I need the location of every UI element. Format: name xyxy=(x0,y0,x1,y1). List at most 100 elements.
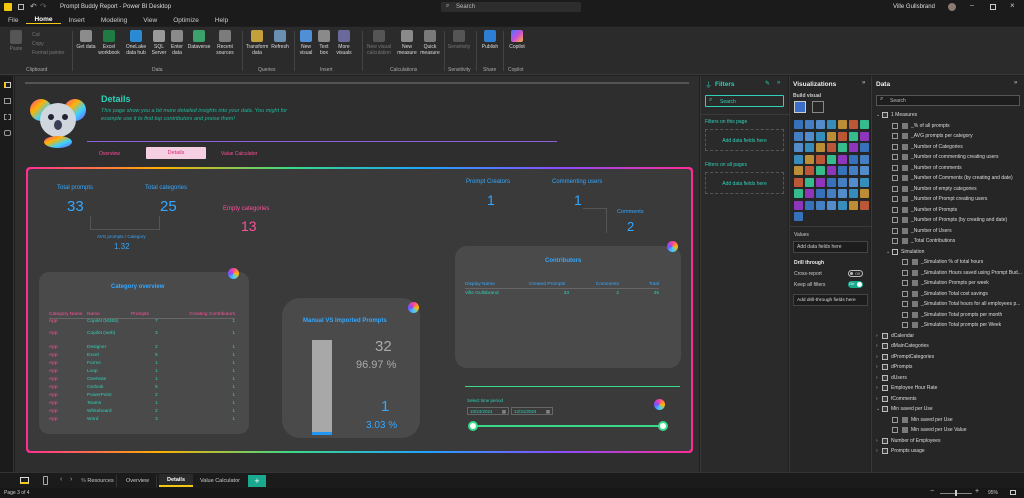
visual-type-icon[interactable] xyxy=(838,143,847,152)
data-field-item[interactable]: _Number of Categories xyxy=(876,142,1024,153)
visual-type-icon[interactable] xyxy=(794,154,803,164)
visual-type-icon[interactable] xyxy=(860,154,869,164)
table-row[interactable]: App Whiteboard 2 1 xyxy=(49,407,235,415)
data-table-item[interactable]: › Employee Hour Rate xyxy=(876,383,1024,394)
format-visual-tab-icon[interactable] xyxy=(812,101,824,113)
more-visuals-button[interactable]: More visuals xyxy=(333,30,355,56)
field-checkbox[interactable] xyxy=(892,227,898,234)
data-field-item[interactable]: Min saved per Use xyxy=(876,415,1024,426)
zoom-out-icon[interactable]: − xyxy=(930,488,934,495)
data-field-item[interactable]: _Number of Users xyxy=(876,226,1024,237)
contributors-panel[interactable] xyxy=(455,246,681,368)
table-row[interactable]: App Copilot (web) 3 1 xyxy=(49,331,235,343)
field-checkbox[interactable] xyxy=(902,290,908,297)
table-view-icon[interactable] xyxy=(4,98,11,104)
visual-type-icon[interactable] xyxy=(827,143,836,152)
visual-type-icon[interactable] xyxy=(805,200,814,210)
field-checkbox[interactable] xyxy=(892,206,898,213)
visual-type-icon[interactable] xyxy=(794,120,803,129)
table-row[interactable]: App PowerPoint 2 1 xyxy=(49,391,235,399)
visual-type-icon[interactable] xyxy=(794,189,803,198)
visual-type-icon[interactable] xyxy=(794,166,803,175)
visual-type-icon[interactable] xyxy=(838,154,847,164)
visual-type-icon[interactable] xyxy=(838,200,847,210)
data-table-item[interactable]: › dUsers xyxy=(876,373,1024,384)
visual-type-icon[interactable] xyxy=(860,120,869,129)
data-field-item[interactable]: Min saved per Use Value xyxy=(876,425,1024,436)
category-overview-table[interactable]: Category Name Name Prompts Creating Cont… xyxy=(49,307,235,423)
tab-details[interactable]: Details xyxy=(159,474,193,487)
visual-type-icon[interactable] xyxy=(794,200,803,210)
copilot-button[interactable]: Copilot xyxy=(506,30,528,50)
table-row[interactable]: App OneNote 1 1 xyxy=(49,375,235,383)
data-table-item[interactable]: › Prompts usage xyxy=(876,446,1024,457)
visual-type-icon[interactable] xyxy=(849,200,858,210)
table-row[interactable]: App Word 3 1 xyxy=(49,415,235,423)
tab-value-calculator[interactable]: Value Calculator xyxy=(195,475,245,487)
data-search-input[interactable]: ⌕ Search xyxy=(876,95,1020,106)
user-name[interactable]: Ville Gullsbrand xyxy=(893,4,935,10)
data-table-item[interactable]: › dPrompts xyxy=(876,362,1024,373)
data-field-item[interactable]: _Number of Prompt creating users xyxy=(876,194,1024,205)
data-table-item[interactable]: › fComments xyxy=(876,394,1024,405)
field-checkbox[interactable] xyxy=(902,322,908,329)
header-comments[interactable]: Comments xyxy=(575,282,619,287)
field-checkbox[interactable] xyxy=(892,185,898,192)
dax-query-view-icon[interactable] xyxy=(4,130,11,136)
start-date-input[interactable]: 10/24/2024 ▦ xyxy=(467,407,509,415)
table-row[interactable]: App Forms 1 1 xyxy=(49,359,235,367)
visual-type-icon[interactable] xyxy=(794,177,803,187)
data-table-item[interactable]: › dMainCategories xyxy=(876,341,1024,352)
onelake-button[interactable]: OneLake data hub xyxy=(122,30,150,56)
nav-overview-button[interactable]: Overview xyxy=(99,151,120,157)
visual-type-icon[interactable] xyxy=(860,131,869,141)
quick-measure-button[interactable]: Quick measure xyxy=(419,30,441,56)
header-name[interactable]: Name xyxy=(87,312,131,317)
visual-type-icon[interactable] xyxy=(827,131,836,141)
data-table-item[interactable]: › Number of Employees xyxy=(876,436,1024,447)
avatar[interactable] xyxy=(948,3,956,11)
visual-type-icon[interactable] xyxy=(827,166,836,175)
minimize-icon[interactable]: – xyxy=(970,2,974,9)
field-checkbox[interactable] xyxy=(892,427,898,434)
visual-type-icon[interactable] xyxy=(838,166,847,175)
visual-type-icon[interactable] xyxy=(816,189,825,198)
model-view-icon[interactable] xyxy=(4,114,11,120)
visual-type-icon[interactable] xyxy=(805,166,814,175)
field-checkbox[interactable] xyxy=(892,238,898,245)
field-checkbox[interactable] xyxy=(892,122,898,129)
data-collapse-icon[interactable]: » xyxy=(1014,80,1017,86)
data-table-item[interactable]: ⌄ 1 Measures xyxy=(876,110,1024,121)
filters-collapse-icon[interactable]: » xyxy=(777,80,780,86)
data-field-item[interactable]: _Number of Comments (by creating and dat… xyxy=(876,173,1024,184)
visual-type-icon[interactable] xyxy=(860,189,869,198)
data-field-item[interactable]: _Simulation Total prompts per month xyxy=(876,310,1024,321)
enter-data-button[interactable]: Enter data xyxy=(168,30,186,56)
date-range-start-handle[interactable] xyxy=(468,421,478,431)
field-checkbox[interactable] xyxy=(892,175,898,182)
refresh-button[interactable]: Refresh xyxy=(270,30,290,50)
table-row[interactable]: App Excel 5 1 xyxy=(49,351,235,359)
table-row[interactable]: Ville Gullsbrand 33 2 35 xyxy=(465,289,659,297)
data-field-item[interactable]: _Number of Prompts xyxy=(876,205,1024,216)
previous-page-icon[interactable]: ‹ xyxy=(60,476,62,483)
visual-type-icon[interactable] xyxy=(860,177,869,187)
menu-home[interactable]: Home xyxy=(26,16,61,24)
field-checkbox[interactable] xyxy=(892,196,898,203)
filters-search-input[interactable]: ⌕ Search xyxy=(705,95,784,107)
end-date-input[interactable]: 12/31/2024 ▦ xyxy=(511,407,553,415)
visual-type-icon[interactable] xyxy=(816,154,825,164)
new-visual-button[interactable]: New visual xyxy=(297,30,315,56)
visual-type-icon[interactable] xyxy=(827,177,836,187)
contributors-table[interactable]: Display Name Created Prompts Comments To… xyxy=(465,281,659,297)
header-creating-contributors[interactable]: Creating Contributors xyxy=(171,312,235,317)
next-page-icon[interactable]: › xyxy=(70,476,72,483)
get-data-button[interactable]: Get data xyxy=(76,30,96,50)
maximize-icon[interactable] xyxy=(990,4,996,10)
excel-workbook-button[interactable]: Excel workbook xyxy=(96,30,122,56)
table-row[interactable]: App Designer 2 1 xyxy=(49,343,235,351)
data-field-item[interactable]: _Simulation Hours saved using Prompt Bud… xyxy=(876,268,1024,279)
table-row[interactable]: App Teams 1 1 xyxy=(49,399,235,407)
new-measure-button[interactable]: New measure xyxy=(396,30,418,56)
visual-type-icon[interactable] xyxy=(827,154,836,164)
